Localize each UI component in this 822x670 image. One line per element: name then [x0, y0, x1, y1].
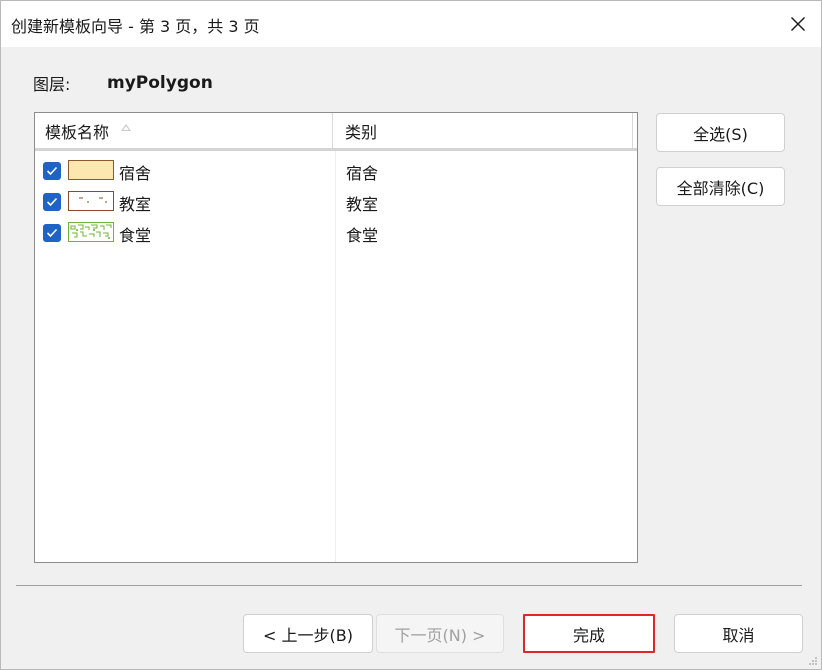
cancel-button[interactable]: 取消 — [674, 614, 803, 653]
list-header: 模板名称 类别 — [35, 113, 637, 151]
row-checkbox[interactable] — [43, 193, 61, 211]
next-button[interactable]: 下一页(N) > — [376, 614, 504, 653]
row-category: 食堂 — [346, 226, 379, 245]
row-template-name: 食堂 — [119, 226, 152, 245]
symbol-swatch-pattern-icon — [68, 222, 114, 242]
divider — [16, 585, 802, 586]
clear-all-button[interactable]: 全部清除(C) — [656, 167, 785, 206]
list-item[interactable]: 教室 教室 — [35, 188, 637, 219]
window-title: 创建新模板向导 - 第 3 页，共 3 页 — [11, 17, 260, 36]
row-checkbox[interactable] — [43, 224, 61, 242]
check-icon — [46, 197, 58, 207]
list-item[interactable]: 宿舍 宿舍 — [35, 157, 637, 188]
list-item[interactable]: 食堂 食堂 — [35, 219, 637, 250]
resize-grip-icon[interactable] — [808, 656, 818, 666]
check-icon — [46, 228, 58, 238]
close-icon — [791, 17, 805, 31]
wizard-window: 创建新模板向导 - 第 3 页，共 3 页 图层: myPolygon 模板名称… — [0, 0, 822, 670]
column-header-category[interactable]: 类别 — [333, 113, 633, 148]
close-button[interactable] — [775, 1, 821, 47]
layer-row: 图层: myPolygon — [33, 71, 213, 95]
column-header-label: 类别 — [345, 122, 378, 142]
list-rows: 宿舍 宿舍 教室 教室 食堂 食堂 — [35, 157, 637, 250]
layer-label: 图层: — [33, 75, 71, 94]
row-category: 教室 — [346, 195, 379, 214]
column-header-label: 模板名称 — [45, 122, 110, 142]
back-button[interactable]: < 上一步(B) — [243, 614, 373, 653]
check-icon — [46, 166, 58, 176]
title-bar: 创建新模板向导 - 第 3 页，共 3 页 — [1, 1, 821, 47]
template-list[interactable]: 模板名称 类别 宿舍 宿舍 教室 教室 食堂 食堂 — [34, 112, 638, 563]
column-header-template-name[interactable]: 模板名称 — [35, 113, 333, 148]
row-template-name: 教室 — [119, 195, 152, 214]
row-category: 宿舍 — [346, 164, 379, 183]
symbol-swatch-solid-icon — [68, 160, 114, 180]
finish-button[interactable]: 完成 — [523, 614, 655, 653]
select-all-button[interactable]: 全选(S) — [656, 113, 785, 152]
row-checkbox[interactable] — [43, 162, 61, 180]
symbol-swatch-dashed-icon — [68, 191, 114, 211]
layer-name: myPolygon — [107, 73, 213, 93]
row-template-name: 宿舍 — [119, 164, 152, 183]
sort-ascending-icon — [121, 124, 132, 131]
